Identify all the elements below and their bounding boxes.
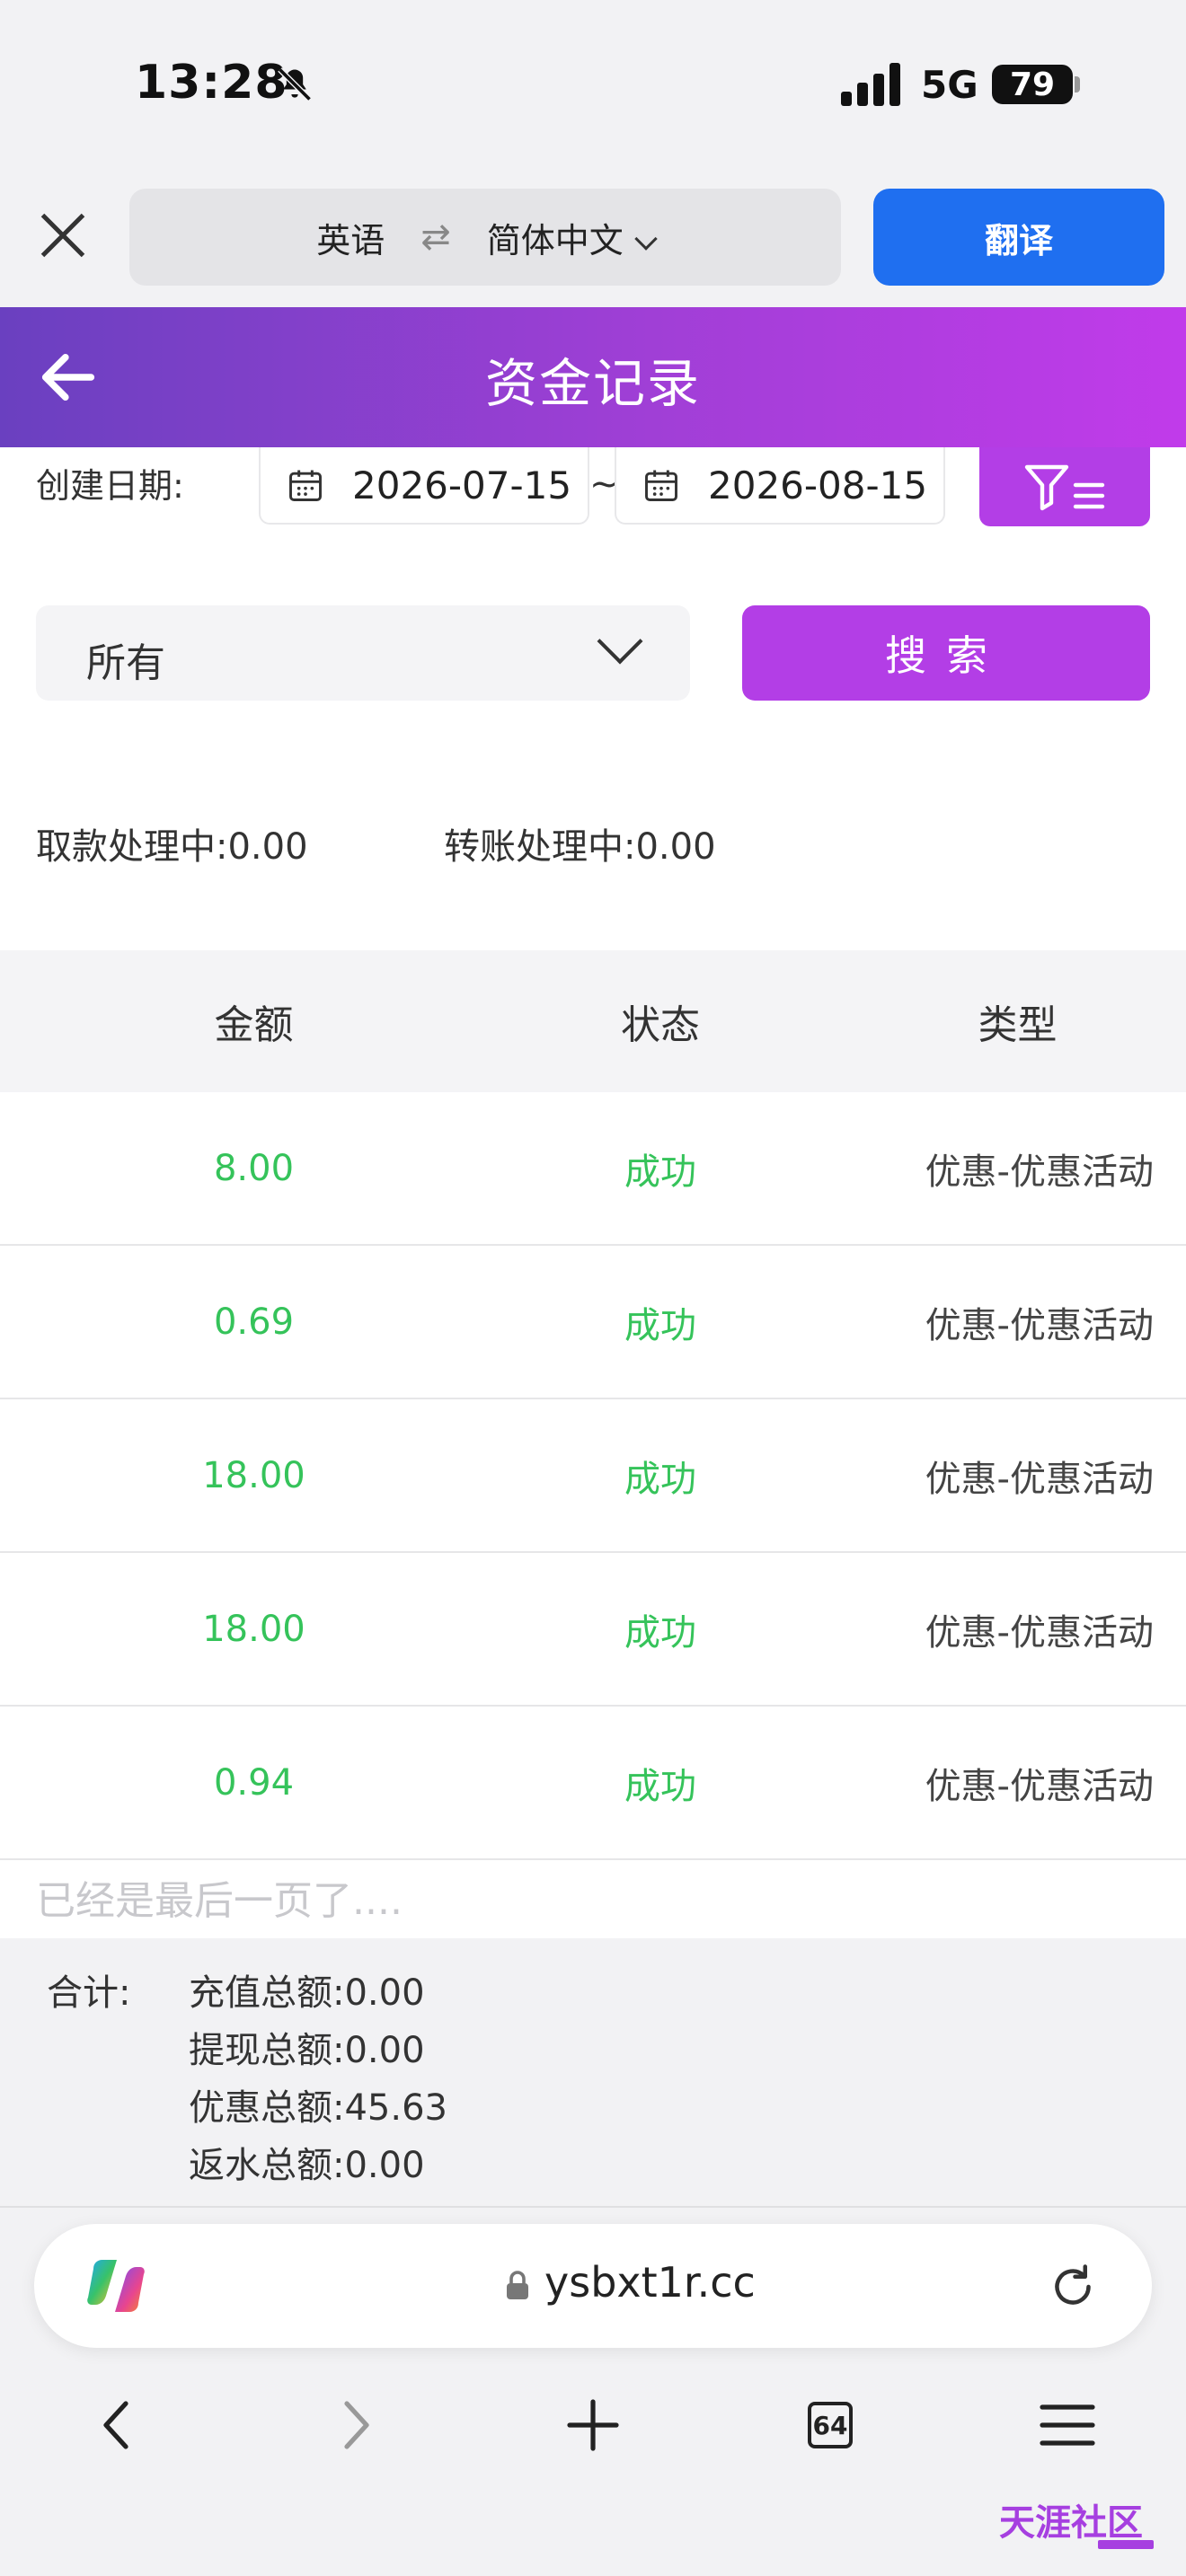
translate-button[interactable]: 翻译 xyxy=(873,189,1164,286)
transfer-pending-label: 转账处理中: xyxy=(444,826,636,868)
svg-text:天涯社区: 天涯社区 xyxy=(999,2502,1143,2544)
url-text[interactable]: ysbxt1r.cc xyxy=(544,2258,756,2307)
table-row[interactable]: 18.00 成功 优惠-优惠活动 xyxy=(0,1399,1186,1553)
row-type: 优惠-优惠活动 xyxy=(925,1304,1154,1346)
totals-summary: 合计: 充值总额:0.00 提现总额:0.00 优惠总额:45.63 返水总额:… xyxy=(0,1938,1186,2208)
watermark-logo: 天涯社区 xyxy=(999,2502,1154,2549)
table-row[interactable]: 18.00 成功 优惠-优惠活动 xyxy=(0,1553,1186,1707)
target-language-label: 简体中文 xyxy=(486,220,624,260)
row-amount: 18.00 xyxy=(202,1454,305,1496)
filter-icon xyxy=(1024,464,1105,511)
status-time: 13:28 xyxy=(135,56,288,110)
new-tab-icon xyxy=(567,2399,619,2451)
table-row[interactable]: 0.94 成功 优惠-优惠活动 xyxy=(0,1707,1186,1860)
row-status: 成功 xyxy=(624,1611,696,1654)
battery-level: 79 xyxy=(1009,66,1056,103)
chevron-down-icon xyxy=(634,226,658,251)
total-bonus-value: 45.63 xyxy=(344,2087,447,2129)
battery-indicator: 79 xyxy=(992,65,1073,104)
total-withdraw: 提现总额:0.00 xyxy=(189,2021,425,2073)
filter-button[interactable] xyxy=(979,447,1150,526)
signal-icon xyxy=(841,63,900,106)
reload-icon[interactable] xyxy=(1046,2260,1100,2314)
row-status: 成功 xyxy=(624,1765,696,1807)
row-amount: 0.94 xyxy=(213,1761,295,1804)
target-language[interactable]: 简体中文 xyxy=(486,213,658,262)
row-type: 优惠-优惠活动 xyxy=(925,1151,1154,1193)
main-content: 创建日期: 2026-07-15 ~ 2026-08-15 所有 搜索 取款处理… xyxy=(0,447,1186,1938)
withdraw-pending: 取款处理中:0.00 xyxy=(36,817,308,869)
date-to-value: 2026-08-15 xyxy=(708,463,928,507)
transfer-pending-value: 0.00 xyxy=(635,826,716,868)
row-status: 成功 xyxy=(624,1304,696,1346)
end-of-list-note: 已经是最后一页了.... xyxy=(36,1878,403,1924)
source-language[interactable]: 英语 xyxy=(316,213,385,262)
table-row[interactable]: 0.69 成功 优惠-优惠活动 xyxy=(0,1246,1186,1399)
close-icon[interactable] xyxy=(36,208,90,262)
row-amount: 8.00 xyxy=(213,1147,295,1189)
row-type: 优惠-优惠活动 xyxy=(925,1765,1154,1807)
tabs-button[interactable]: 64 xyxy=(794,2380,866,2470)
transfer-pending: 转账处理中:0.00 xyxy=(444,817,716,869)
row-amount: 18.00 xyxy=(202,1608,305,1650)
table-header: 金额 状态 类型 xyxy=(0,950,1186,1092)
row-type: 优惠-优惠活动 xyxy=(925,1458,1154,1500)
total-rebate-label: 返水总额: xyxy=(189,2145,345,2186)
date-from-value: 2026-07-15 xyxy=(352,463,572,507)
search-button[interactable]: 搜索 xyxy=(742,605,1150,701)
lock-icon xyxy=(507,2271,528,2299)
language-selector[interactable]: 英语 ⇄ 简体中文 xyxy=(129,189,841,286)
network-type: 5G xyxy=(921,63,978,107)
date-from-field[interactable]: 2026-07-15 xyxy=(259,447,589,525)
records-table: 金额 状态 类型 8.00 成功 优惠-优惠活动 0.69 成功 优惠-优惠活动… xyxy=(0,950,1186,1860)
bell-off-icon xyxy=(278,67,312,101)
row-status: 成功 xyxy=(624,1151,696,1193)
address-bar[interactable]: ysbxt1r.cc xyxy=(34,2224,1152,2348)
row-amount: 0.69 xyxy=(213,1301,295,1343)
page-title: 资金记录 xyxy=(484,353,701,414)
calendar-icon xyxy=(289,470,322,501)
battery-cap xyxy=(1075,76,1080,93)
page-header: 资金记录 xyxy=(0,307,1186,447)
total-deposit-label: 充值总额: xyxy=(189,1972,345,2014)
copilot-icon[interactable] xyxy=(86,2258,146,2314)
nav-back-icon xyxy=(103,2401,128,2449)
type-select-value: 所有 xyxy=(86,640,165,686)
nav-forward-icon xyxy=(344,2401,369,2449)
swap-icon[interactable]: ⇄ xyxy=(420,216,451,258)
nav-back-button[interactable] xyxy=(81,2380,153,2470)
total-bonus: 优惠总额:45.63 xyxy=(189,2078,447,2130)
nav-forward-button[interactable] xyxy=(320,2380,392,2470)
status-bar: 13:28 5G 79 xyxy=(0,0,1186,171)
date-label: 创建日期: xyxy=(36,466,184,506)
total-withdraw-value: 0.00 xyxy=(344,2030,425,2071)
table-row[interactable]: 8.00 成功 优惠-优惠活动 xyxy=(0,1092,1186,1246)
total-deposit-value: 0.00 xyxy=(344,1972,425,2014)
total-rebate: 返水总额:0.00 xyxy=(189,2136,425,2188)
total-rebate-value: 0.00 xyxy=(344,2145,425,2186)
header-amount: 金额 xyxy=(214,1002,294,1048)
type-select[interactable]: 所有 xyxy=(36,605,690,701)
row-type: 优惠-优惠活动 xyxy=(925,1611,1154,1654)
tab-count: 64 xyxy=(812,2410,848,2440)
totals-label: 合计: xyxy=(47,1972,131,2014)
withdraw-pending-value: 0.00 xyxy=(227,826,308,868)
row-status: 成功 xyxy=(624,1458,696,1500)
menu-button[interactable] xyxy=(1031,2380,1103,2470)
total-deposit: 充值总额:0.00 xyxy=(189,1963,425,2016)
browser-nav: 64 xyxy=(0,2380,1186,2470)
header-type: 类型 xyxy=(978,1002,1058,1048)
menu-icon xyxy=(1040,2404,1095,2446)
total-withdraw-label: 提现总额: xyxy=(189,2030,345,2071)
chevron-down-icon xyxy=(597,618,643,665)
date-to-field[interactable]: 2026-08-15 xyxy=(615,447,945,525)
withdraw-pending-label: 取款处理中: xyxy=(36,826,228,868)
new-tab-button[interactable] xyxy=(557,2380,629,2470)
calendar-icon xyxy=(645,470,677,501)
header-status: 状态 xyxy=(621,1002,700,1048)
tabs-icon: 64 xyxy=(808,2402,853,2448)
total-bonus-label: 优惠总额: xyxy=(189,2087,345,2129)
